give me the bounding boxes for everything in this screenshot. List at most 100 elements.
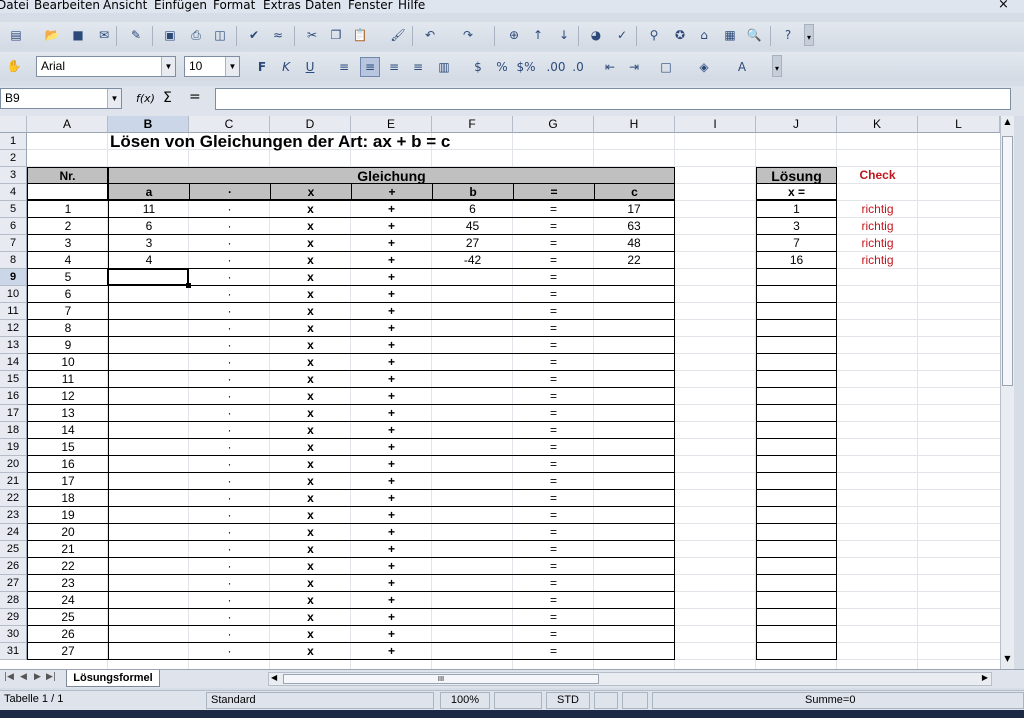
cell-c[interactable] <box>594 626 675 643</box>
status-zoom[interactable]: 100% <box>440 692 490 709</box>
cell-nr[interactable]: 4 <box>27 252 108 269</box>
row-header-26[interactable]: 26 <box>0 558 27 575</box>
cell-check[interactable]: richtig <box>837 218 918 235</box>
cell-b[interactable] <box>432 490 513 507</box>
decrease-indent-icon[interactable]: ⇤ <box>600 57 620 77</box>
cell-check[interactable] <box>837 269 918 286</box>
paste-icon[interactable]: 📋 <box>350 25 370 45</box>
cell-eq[interactable]: = <box>513 507 594 524</box>
menu-bearbeiten[interactable]: Bearbeiten <box>34 0 100 13</box>
cell-plus[interactable]: + <box>351 405 432 422</box>
vertical-scrollbar[interactable]: ▲ ▼ <box>1000 116 1014 669</box>
sort-ascending-icon[interactable]: ↑ <box>528 25 548 45</box>
cell-a[interactable] <box>108 541 189 558</box>
cell-x[interactable]: x <box>270 507 351 524</box>
cell-nr[interactable]: 14 <box>27 422 108 439</box>
cell-c[interactable] <box>594 490 675 507</box>
cell-c[interactable]: 17 <box>594 201 675 218</box>
cell-b[interactable] <box>432 303 513 320</box>
row-header-4[interactable]: 4 <box>0 184 27 201</box>
cell-solution-x[interactable] <box>756 541 837 558</box>
cell-nr[interactable]: 5 <box>27 269 108 286</box>
cell-eq[interactable]: = <box>513 490 594 507</box>
cell-c[interactable] <box>594 320 675 337</box>
cell-dot[interactable]: · <box>189 541 270 558</box>
cell-nr[interactable]: 23 <box>27 575 108 592</box>
cell-c[interactable] <box>594 354 675 371</box>
cell-solution-x[interactable] <box>756 626 837 643</box>
cell-b[interactable] <box>432 337 513 354</box>
cell-x[interactable]: x <box>270 626 351 643</box>
cell-solution-x[interactable] <box>756 609 837 626</box>
cell-b[interactable] <box>432 524 513 541</box>
column-header-d[interactable]: D <box>270 116 351 133</box>
row-header-19[interactable]: 19 <box>0 439 27 456</box>
cell-c[interactable] <box>594 456 675 473</box>
cell-eq[interactable]: = <box>513 405 594 422</box>
row-header-18[interactable]: 18 <box>0 422 27 439</box>
row-header-27[interactable]: 27 <box>0 575 27 592</box>
column-header-f[interactable]: F <box>432 116 513 133</box>
bold-icon[interactable]: F <box>252 57 272 77</box>
align-center-icon[interactable]: ≡ <box>360 57 380 77</box>
currency-format-icon[interactable]: $ <box>468 57 488 77</box>
row-header-30[interactable]: 30 <box>0 626 27 643</box>
cell-check[interactable] <box>837 456 918 473</box>
column-header-k[interactable]: K <box>837 116 918 133</box>
cell-check[interactable] <box>837 507 918 524</box>
cell-x[interactable]: x <box>270 592 351 609</box>
cell-check[interactable] <box>837 541 918 558</box>
increase-indent-icon[interactable]: ⇥ <box>624 57 644 77</box>
toolbar-overflow-icon[interactable]: ▾ <box>804 24 814 46</box>
cell-plus[interactable]: + <box>351 507 432 524</box>
cell-solution-x[interactable] <box>756 269 837 286</box>
cell-a[interactable] <box>108 490 189 507</box>
cell-solution-x[interactable]: 3 <box>756 218 837 235</box>
cell-dot[interactable]: · <box>189 218 270 235</box>
menu-einfügen[interactable]: Einfügen <box>154 0 207 13</box>
sheet-title[interactable]: Lösen von Gleichungen der Art: ax + b = … <box>108 133 675 151</box>
export-pdf-icon[interactable]: ▣ <box>160 25 180 45</box>
column-header-h[interactable]: H <box>594 116 675 133</box>
cell-check[interactable] <box>837 524 918 541</box>
row-header-7[interactable]: 7 <box>0 235 27 252</box>
cell-plus[interactable]: + <box>351 252 432 269</box>
cell-a[interactable]: 4 <box>108 252 189 269</box>
cell-dot[interactable]: · <box>189 456 270 473</box>
datasources-icon[interactable]: ▦ <box>720 25 740 45</box>
cell-nr[interactable]: 13 <box>27 405 108 422</box>
cell-x[interactable]: x <box>270 541 351 558</box>
row-header-16[interactable]: 16 <box>0 388 27 405</box>
cell-dot[interactable]: · <box>189 626 270 643</box>
horizontal-scroll-thumb[interactable]: III <box>283 674 599 684</box>
cell-nr[interactable]: 27 <box>27 643 108 660</box>
row-header-5[interactable]: 5 <box>0 201 27 218</box>
cell-check[interactable] <box>837 388 918 405</box>
font-name-dropdown-icon[interactable]: ▼ <box>161 57 175 76</box>
cell-plus[interactable]: + <box>351 473 432 490</box>
spreadsheet-grid[interactable]: A B C D E F G H I J K L 1 2 3 4 5 6 7 8 9 10 11 12 13 14 15 16 17 18 1… <box>0 116 1000 669</box>
cell-a[interactable] <box>108 439 189 456</box>
cell-b[interactable] <box>432 405 513 422</box>
cell-solution-x[interactable] <box>756 286 837 303</box>
cell-plus[interactable]: + <box>351 354 432 371</box>
cell-solution-x[interactable] <box>756 439 837 456</box>
cell-solution-x[interactable] <box>756 575 837 592</box>
column-header-c[interactable]: C <box>189 116 270 133</box>
cell-solution-x[interactable] <box>756 405 837 422</box>
cell-nr[interactable]: 22 <box>27 558 108 575</box>
cell-a[interactable] <box>108 388 189 405</box>
cell-check[interactable] <box>837 558 918 575</box>
function-wizard-icon[interactable]: f(x) <box>136 92 155 105</box>
cell-solution-x[interactable] <box>756 320 837 337</box>
row-header-23[interactable]: 23 <box>0 507 27 524</box>
spellcheck-icon[interactable]: ✔ <box>244 25 264 45</box>
cell-nr[interactable]: 11 <box>27 371 108 388</box>
menu-ansicht[interactable]: Ansicht <box>103 0 147 13</box>
cell-eq[interactable]: = <box>513 269 594 286</box>
cell-dot[interactable]: · <box>189 252 270 269</box>
cell-c[interactable] <box>594 524 675 541</box>
cell-check[interactable]: richtig <box>837 201 918 218</box>
scroll-up-icon[interactable]: ▲ <box>1002 117 1013 128</box>
cell-x[interactable]: x <box>270 303 351 320</box>
